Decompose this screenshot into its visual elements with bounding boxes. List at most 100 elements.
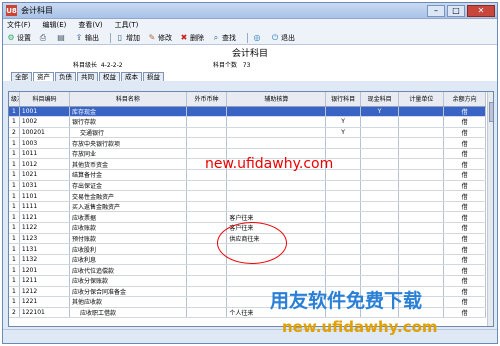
cell-name: 应收分保合同准备金 (69, 286, 187, 298)
scroll-thumb[interactable] (489, 102, 493, 122)
col-code[interactable]: 科目编码 (19, 92, 70, 107)
menu-view[interactable]: 查看(V) (78, 20, 102, 30)
cell-name: 交通银行 (69, 127, 187, 139)
col-cash[interactable]: 现金科目 (360, 92, 400, 107)
close-button[interactable]: ✕ (467, 4, 495, 17)
cell-name: 银行存款 (69, 116, 187, 128)
cell-currency (186, 254, 228, 266)
cell-unit (398, 137, 445, 149)
cell-level: 1 (9, 106, 20, 118)
table-row[interactable]: 1 1111 买入返售金融资产借 (9, 201, 486, 213)
print-button[interactable]: ⎙ (38, 33, 49, 43)
cell-code: 1011 (19, 148, 70, 160)
cell-code: 1123 (19, 233, 70, 245)
table-row[interactable]: 1 1003 存放中央银行款项 借 (9, 137, 486, 149)
cell-name: 存放同业 (69, 148, 187, 160)
cell-code: 100201 (19, 127, 70, 139)
edit-icon: ✎ (148, 32, 156, 42)
setup-icon: ⚙ (7, 32, 15, 42)
cell-level: 1 (9, 148, 20, 160)
delete-button[interactable]: ✖ 删除 (179, 33, 204, 43)
cell-unit (398, 148, 445, 160)
table-row[interactable]: 1 1201 应收代位追偿款 借 (9, 264, 486, 276)
menu-tools[interactable]: 工具(T) (115, 20, 139, 30)
cell-unit (398, 169, 445, 181)
cell-unit (398, 275, 445, 287)
cell-unit (398, 190, 445, 202)
cell-direction: 借 (443, 233, 486, 245)
vertical-scrollbar[interactable] (487, 92, 493, 326)
cell-bank (325, 254, 361, 266)
setup-button[interactable]: ⚙ 设置 (6, 33, 31, 43)
cell-unit (398, 233, 445, 245)
cell-aux (226, 201, 327, 213)
tab-equity[interactable]: 权益 (99, 72, 120, 81)
cell-unit (398, 264, 445, 276)
cell-aux (226, 180, 327, 192)
col-unit[interactable]: 计量单位 (398, 92, 445, 107)
tab-assets[interactable]: 资产 (33, 72, 54, 81)
cell-name: 存出保证金 (69, 180, 187, 192)
add-button[interactable]: ▯ 增加 (115, 33, 140, 43)
preview-icon: ▤ (57, 32, 65, 42)
edit-button[interactable]: ✎ 修改 (147, 33, 172, 43)
exit-button[interactable]: ⏻ 退出 (270, 33, 295, 43)
cell-currency (186, 307, 228, 319)
cell-code: 1101 (19, 190, 70, 202)
cell-level: 1 (9, 201, 20, 213)
cell-direction: 借 (443, 127, 486, 139)
cell-name: 库存现金 (69, 106, 187, 118)
minimize-button[interactable]: – (427, 4, 445, 17)
table-row[interactable]: 1 1001 库存现金 Y 借 (9, 106, 486, 118)
cell-name: 应收代位追偿款 (69, 264, 187, 276)
col-aux[interactable]: 辅助核算 (226, 92, 327, 107)
cell-currency (186, 201, 228, 213)
cell-cash (360, 201, 400, 213)
window-title: 会计科目 (21, 6, 53, 15)
tab-common[interactable]: 共同 (77, 72, 98, 81)
tab-profit-loss[interactable]: 损益 (143, 72, 164, 81)
table-row[interactable]: 1 1101 交易性金融资产 借 (9, 190, 486, 202)
table-row[interactable]: 2 100201 交通银行 Y 借 (9, 127, 486, 139)
cell-direction: 借 (443, 264, 486, 276)
col-name[interactable]: 科目名称 (69, 92, 187, 107)
cell-name: 结算备付金 (69, 169, 187, 181)
exit-icon: ⏻ (271, 32, 279, 42)
table-row[interactable]: 1 1211 应收分保账款 借 (9, 275, 486, 287)
cell-level: 1 (9, 169, 20, 181)
cell-bank: Y (325, 127, 361, 139)
tab-all[interactable]: 全部 (11, 72, 32, 81)
cell-level: 1 (9, 222, 20, 234)
cell-unit (398, 116, 445, 128)
preview-button[interactable]: ▤ (56, 33, 67, 43)
cell-name: 应收账款 (69, 222, 187, 234)
help-button[interactable]: ◎ (252, 33, 263, 43)
tab-liabilities[interactable]: 负债 (55, 72, 76, 81)
watermark-url: new.ufidawhy.com (205, 156, 334, 172)
col-level[interactable]: 级次 (9, 92, 20, 107)
col-bank[interactable]: 银行科目 (325, 92, 361, 107)
maximize-button[interactable]: □ (447, 4, 465, 17)
cell-code: 1012 (19, 158, 70, 171)
find-button[interactable]: ⌕ 查找 (211, 33, 236, 43)
table-row[interactable]: 1 1121 应收票据 客户往来 借 (9, 211, 486, 224)
export-button[interactable]: ⇪ 输出 (74, 33, 99, 43)
cell-name: 应收利息 (69, 254, 187, 266)
col-currency[interactable]: 外币币种 (186, 92, 228, 107)
cell-name: 应收股利 (69, 243, 187, 255)
cell-level: 1 (9, 254, 20, 266)
table-row[interactable]: 1 1031 存出保证金 借 (9, 180, 486, 192)
cell-code: 1002 (19, 116, 70, 128)
col-direction[interactable]: 余额方向 (443, 92, 486, 107)
tab-cost[interactable]: 成本 (121, 72, 142, 81)
menu-file[interactable]: 文件(F) (7, 20, 31, 30)
cell-level: 1 (9, 211, 20, 224)
menu-edit[interactable]: 编辑(E) (43, 20, 67, 30)
table-row[interactable]: 1 1002 银行存款 Y 借 (9, 116, 486, 128)
cell-code: 1031 (19, 180, 70, 192)
cell-direction: 借 (443, 286, 486, 298)
cell-aux (226, 275, 327, 287)
cell-cash (360, 211, 400, 224)
cell-unit (398, 222, 445, 234)
cell-cash: Y (360, 106, 400, 118)
